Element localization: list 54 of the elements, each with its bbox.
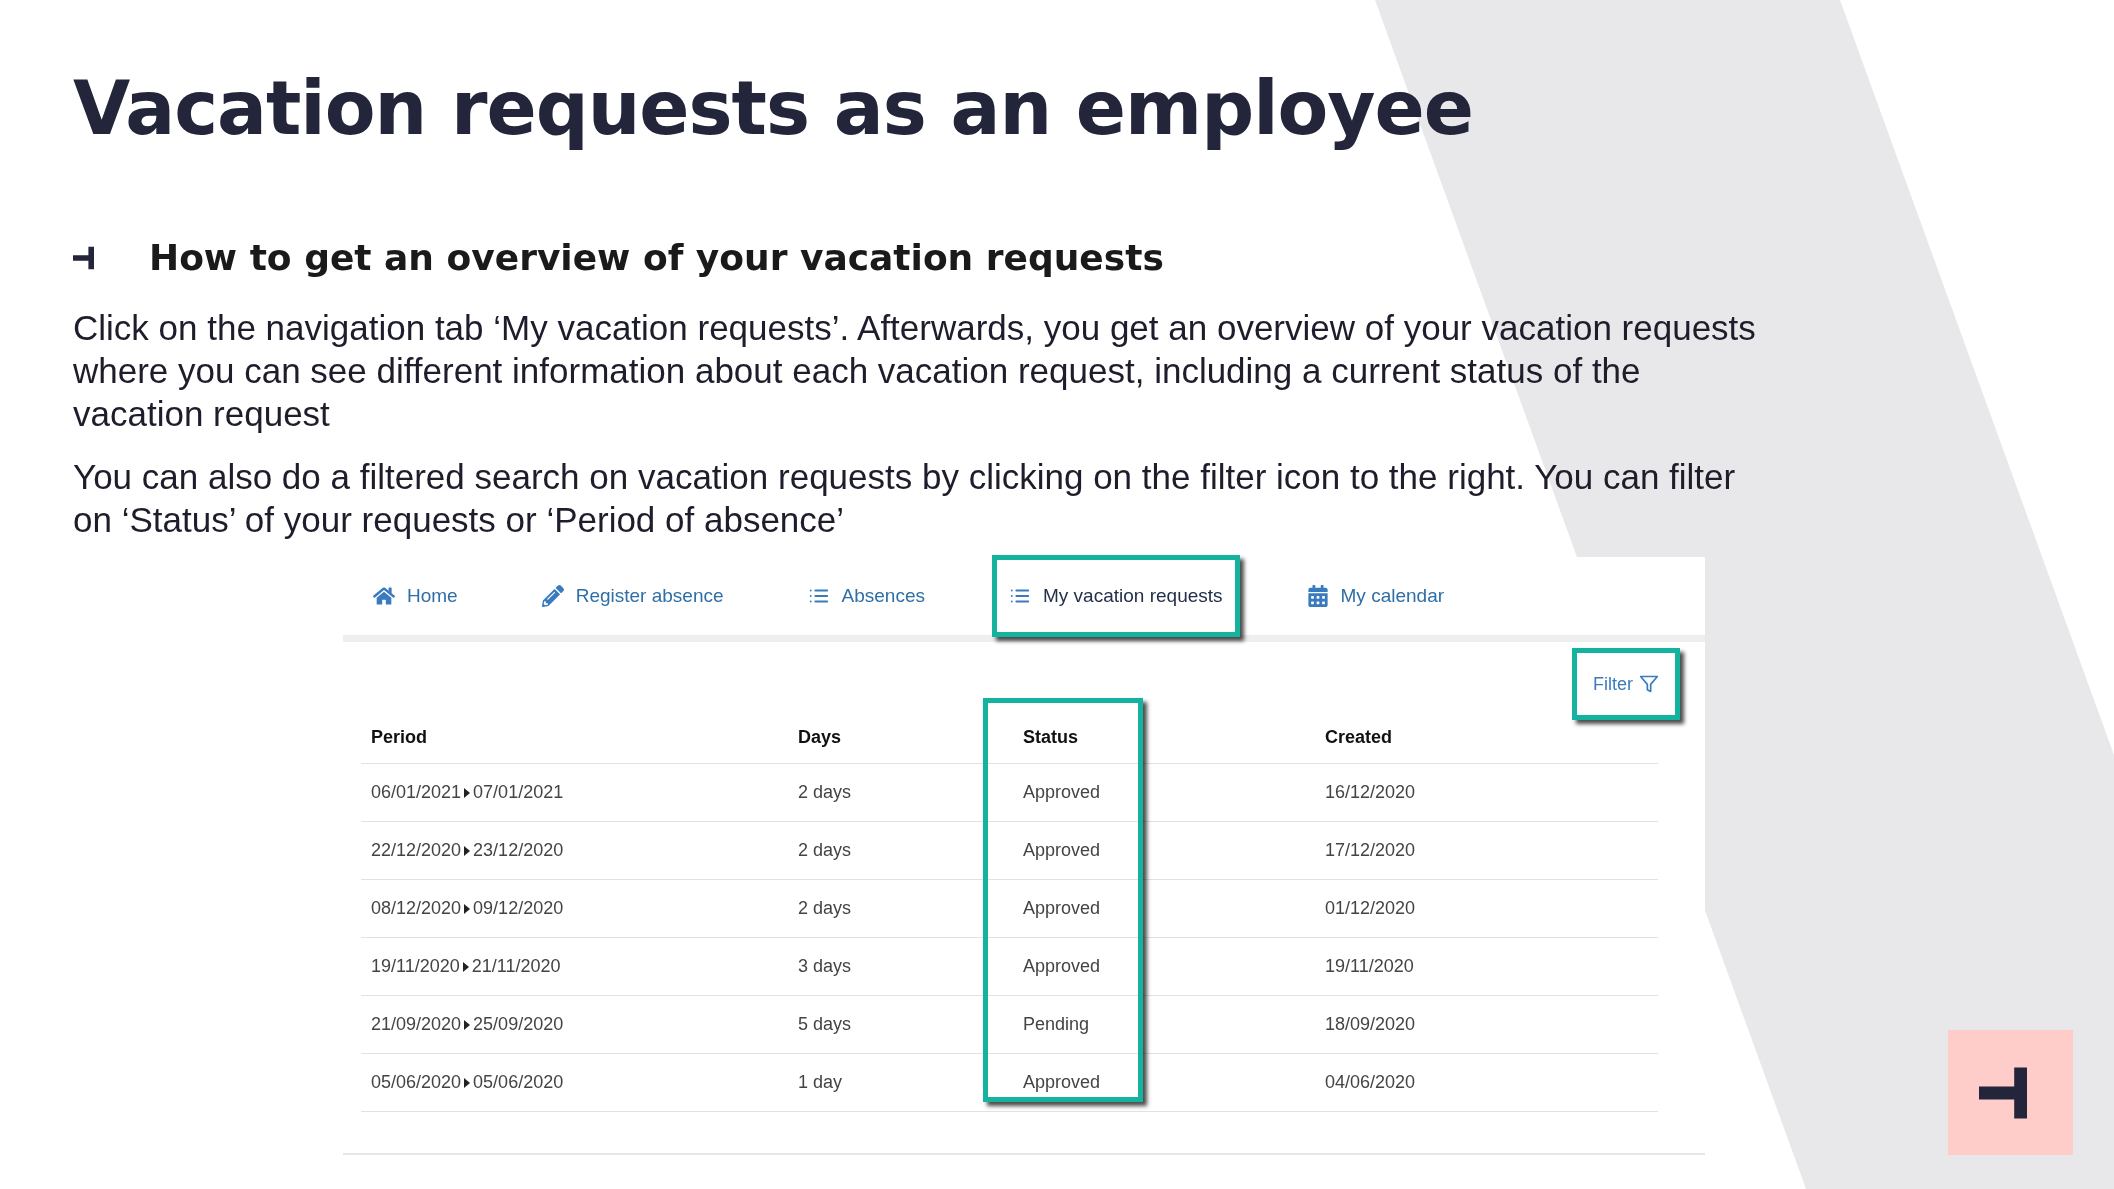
slide-title: Vacation requests as an employee [73,64,1474,153]
table-cell-text: 01/12/2020 [1325,897,1417,920]
caret-icon [464,903,471,914]
nav-tab[interactable]: My vacation requests [992,555,1240,637]
filter-icon [1639,674,1659,694]
table-cell-text: 17/12/2020 [1325,839,1417,862]
caret-icon [464,1019,471,1030]
nav-tab[interactable]: Absences [790,555,942,637]
nav-tab[interactable]: Home [356,555,475,637]
filter-button[interactable]: Filter [1572,648,1680,720]
table-cell-text: 07/01/2021 [473,781,564,804]
table-cell-text: 05/06/2020 [473,1071,564,1094]
caret-icon [462,961,469,972]
table-cell-text: Approved [1023,839,1102,862]
body-paragraph: You can also do a filtered search on vacation requests by clicking on the filter icon to the right. You can filter on ‘Status’ of your requests or ‘Period of absence’ [73,456,1737,541]
caret-icon [464,787,471,798]
caret-icon [464,845,471,856]
nav-tab[interactable]: Register absence [524,555,741,637]
table-cell-text: 21/11/2020 [471,955,561,978]
table-cell-text: 19/11/2020 [1325,955,1415,978]
table-cell-text: 2 days [798,839,853,862]
table-cell-text: Approved [1023,781,1102,804]
table-cell-text: 08/12/2020 [371,897,462,920]
caret-icon [464,1077,471,1088]
table-cell-text: 3 days [798,955,853,978]
table-cell-text: 1 day [798,1071,844,1094]
table-cell-text: 22/12/2020 [371,839,462,862]
section-heading: How to get an overview of your vacation requests [149,236,1164,280]
column-header: Period [371,726,428,749]
table-cell-text: 04/06/2020 [1325,1071,1417,1094]
table-cell-text: 23/12/2020 [473,839,564,862]
table-cell-text: 5 days [798,1013,853,1036]
nav-tab[interactable]: My calendar [1289,555,1462,637]
table-cell-text: 06/01/2021 [371,781,462,804]
table-cell-text: 21/09/2020 [371,1013,462,1036]
table-cell-text: Approved [1023,1071,1102,1094]
table-cell-text: 09/12/2020 [473,897,564,920]
pencil-icon [541,585,564,607]
table-cell-text: 16/12/2020 [1325,781,1417,804]
column-header: Created [1325,726,1394,749]
table-cell-text: 05/06/2020 [371,1071,462,1094]
table-cell-text: 18/09/2020 [1325,1013,1417,1036]
table-cell-text: Pending [1023,1013,1091,1036]
calendar-icon [1306,585,1329,607]
home-icon [373,585,395,607]
table-cell-text: 2 days [798,781,853,804]
column-header: Status [1023,726,1079,749]
column-header: Days [798,726,843,749]
table-cell-text: Approved [1023,897,1102,920]
body-paragraph: Click on the navigation tab ‘My vacation requests’. Afterwards, you get an overview of your vacation requests where you can see different information about each vacation request, including a current status of the vacation request [73,307,1757,435]
table-cell-text: Approved [1023,955,1102,978]
table-cell-text: 2 days [798,897,853,920]
table-cell-text: 19/11/2020 [371,955,460,978]
table-cell-text: 25/09/2020 [473,1013,564,1036]
